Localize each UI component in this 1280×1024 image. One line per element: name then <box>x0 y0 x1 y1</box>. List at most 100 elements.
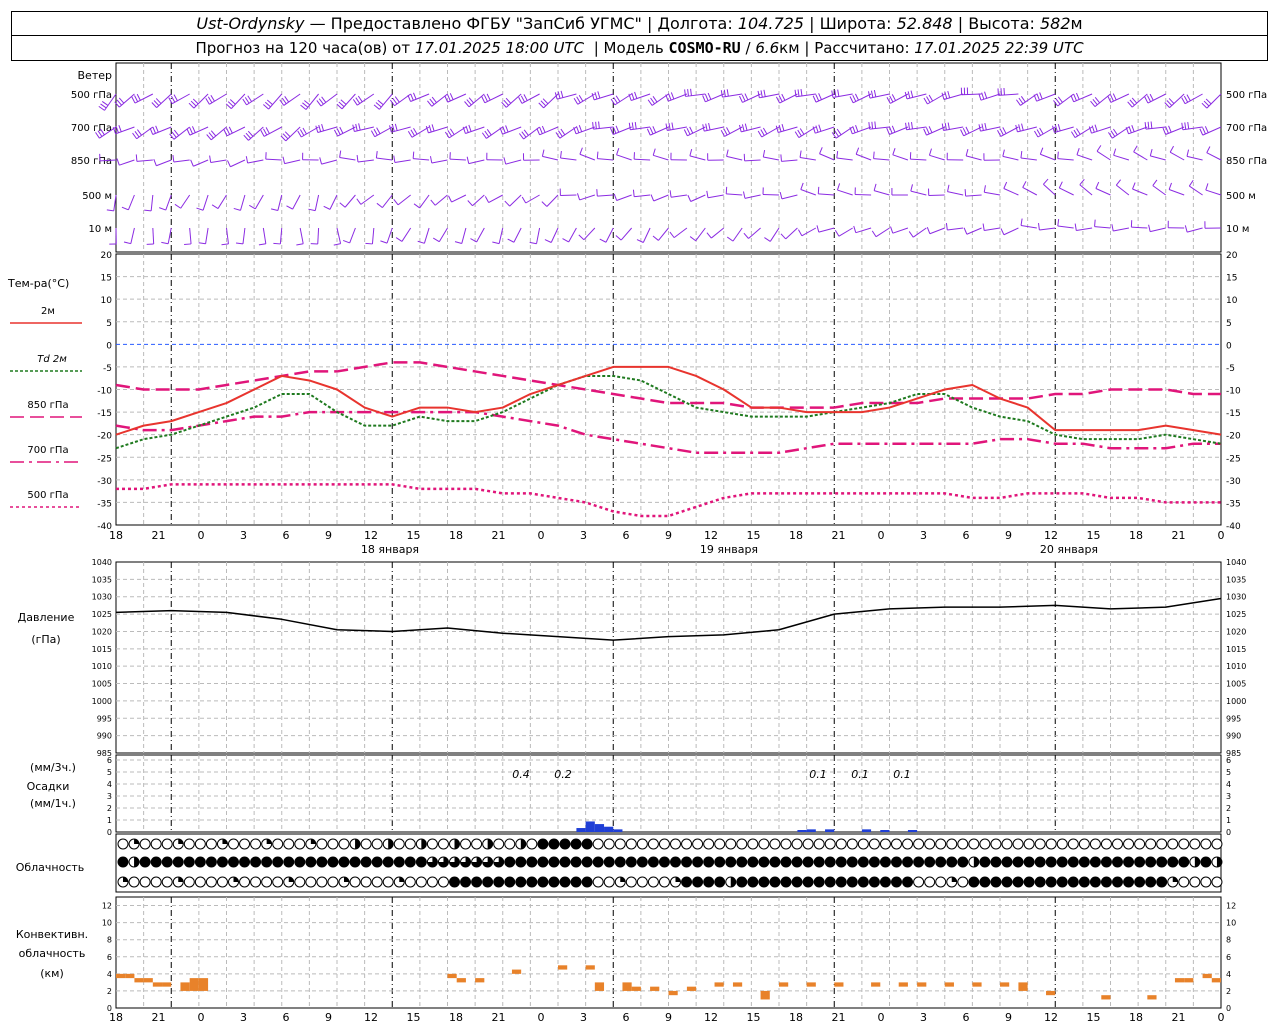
wind-barb-flag <box>1132 182 1136 190</box>
wind-barb-flag <box>319 157 323 165</box>
hour-tick-label-bottom: 3 <box>920 1011 927 1024</box>
wind-barb <box>394 159 411 163</box>
cloud-symbol <box>1034 856 1046 868</box>
wind-barb-flag <box>155 125 159 133</box>
wind-barb-flag <box>610 127 614 135</box>
wind-barb-flag <box>652 126 657 133</box>
cloud-symbol <box>1056 838 1068 850</box>
wind-barb-flag <box>518 96 523 104</box>
cloud-symbol <box>559 876 571 888</box>
cloud-symbol <box>658 876 670 888</box>
wind-barb <box>616 154 632 161</box>
temp-tick-right: -5 <box>1226 364 1235 374</box>
wind-barb <box>748 227 761 239</box>
temp-tick-left: -5 <box>103 364 112 374</box>
cloud-symbol <box>239 856 251 868</box>
wind-barb-flag <box>407 94 412 102</box>
wind-barb <box>1150 227 1166 233</box>
hour-tick-label-bottom: 15 <box>407 1011 421 1024</box>
wind-barb-flag <box>131 96 136 104</box>
cloud-symbol <box>449 876 460 888</box>
wind-barb-flag <box>780 233 787 240</box>
wind-barb-flag <box>1039 92 1043 100</box>
hour-tick-label: 21 <box>492 529 506 542</box>
cloud-symbol <box>769 856 781 868</box>
wind-barb-flag <box>941 123 944 131</box>
wind-barb-flag <box>816 225 820 233</box>
wind-barb-flag <box>190 159 194 167</box>
wind-barb-flag <box>1202 127 1206 135</box>
wind-barb <box>984 191 1001 196</box>
cloud-symbol <box>261 856 273 868</box>
wind-barb-flag <box>407 131 413 138</box>
wind-panel-title: Ветер <box>78 69 112 82</box>
hour-tick-label-bottom: 6 <box>963 1011 970 1024</box>
cloud-symbol <box>913 856 925 868</box>
temp-tick-left: -15 <box>97 409 112 419</box>
wind-barb-flag <box>1149 148 1153 156</box>
cloud-symbol <box>172 856 184 868</box>
wind-barb-flag <box>800 88 803 97</box>
cloud-symbol <box>968 876 980 888</box>
wind-barb <box>210 159 227 163</box>
hour-tick-label: 6 <box>283 529 290 542</box>
cloud-symbol <box>504 856 516 868</box>
wind-barb-flag <box>780 154 782 162</box>
wind-barb-flag <box>941 92 945 100</box>
cloud-symbol <box>1056 876 1068 888</box>
wind-barb-flag <box>891 94 896 101</box>
cloud-symbol <box>957 876 969 888</box>
wind-barb <box>536 227 541 244</box>
wind-barb-flag <box>1090 100 1096 107</box>
wind-barb-flag <box>669 190 672 198</box>
cloud-symbol <box>515 876 527 888</box>
wind-barb-flag <box>812 95 817 103</box>
cloud-symbol <box>150 876 162 888</box>
hour-tick-label: 15 <box>407 529 421 542</box>
pressure-tick-left: 1000 <box>92 697 112 706</box>
cloud-symbol <box>791 876 803 888</box>
cloud-symbol <box>216 856 228 868</box>
wind-barb-flag <box>484 196 490 203</box>
hour-tick-label: 12 <box>1044 529 1058 542</box>
wind-barb <box>284 159 301 165</box>
precip-tick-left: 2 <box>107 804 112 813</box>
wind-barb <box>1040 153 1056 161</box>
cloud-symbol <box>1067 838 1079 850</box>
wind-barb-flag <box>336 128 341 135</box>
wind-barb-flag <box>486 129 492 136</box>
wind-barb-flag <box>652 235 659 241</box>
cloud-symbol <box>891 876 902 888</box>
hour-tick-label: 0 <box>198 529 205 542</box>
wind-barb-flag <box>945 222 948 231</box>
wind-barb-flag <box>836 151 839 159</box>
precip-bar <box>806 829 816 832</box>
wind-barb-flag <box>467 200 473 207</box>
cloud-symbol <box>1067 876 1079 888</box>
wind-barb <box>1076 154 1093 161</box>
wind-barb-flag <box>926 96 931 103</box>
wind-barb-flag <box>873 183 877 191</box>
wind-barb-flag <box>235 242 244 245</box>
wind-barb-flag <box>542 98 549 105</box>
wind-barb <box>205 227 209 244</box>
cloud-symbol <box>1100 876 1112 888</box>
temp-tick-right: 20 <box>1226 251 1238 261</box>
wind-barb-flag <box>1183 95 1189 103</box>
wind-barb <box>360 194 375 205</box>
cloud-symbol <box>736 876 748 888</box>
wind-barb-flag <box>1131 125 1135 132</box>
conv-panel-title: облачность <box>19 947 86 960</box>
wind-barb <box>568 227 577 243</box>
wind-barb <box>498 227 504 244</box>
cloud-symbol <box>902 838 914 850</box>
wind-barb-flag <box>874 121 877 129</box>
hour-tick-label: 21 <box>832 529 846 542</box>
wind-barb-flag <box>338 101 345 108</box>
wind-barb <box>305 93 319 110</box>
wind-barb-flag <box>1079 179 1085 186</box>
wind-barb-flag <box>539 127 543 134</box>
wind-barb-flag <box>521 131 527 138</box>
conv-bar <box>631 986 641 991</box>
wind-barb-flag <box>153 159 157 166</box>
